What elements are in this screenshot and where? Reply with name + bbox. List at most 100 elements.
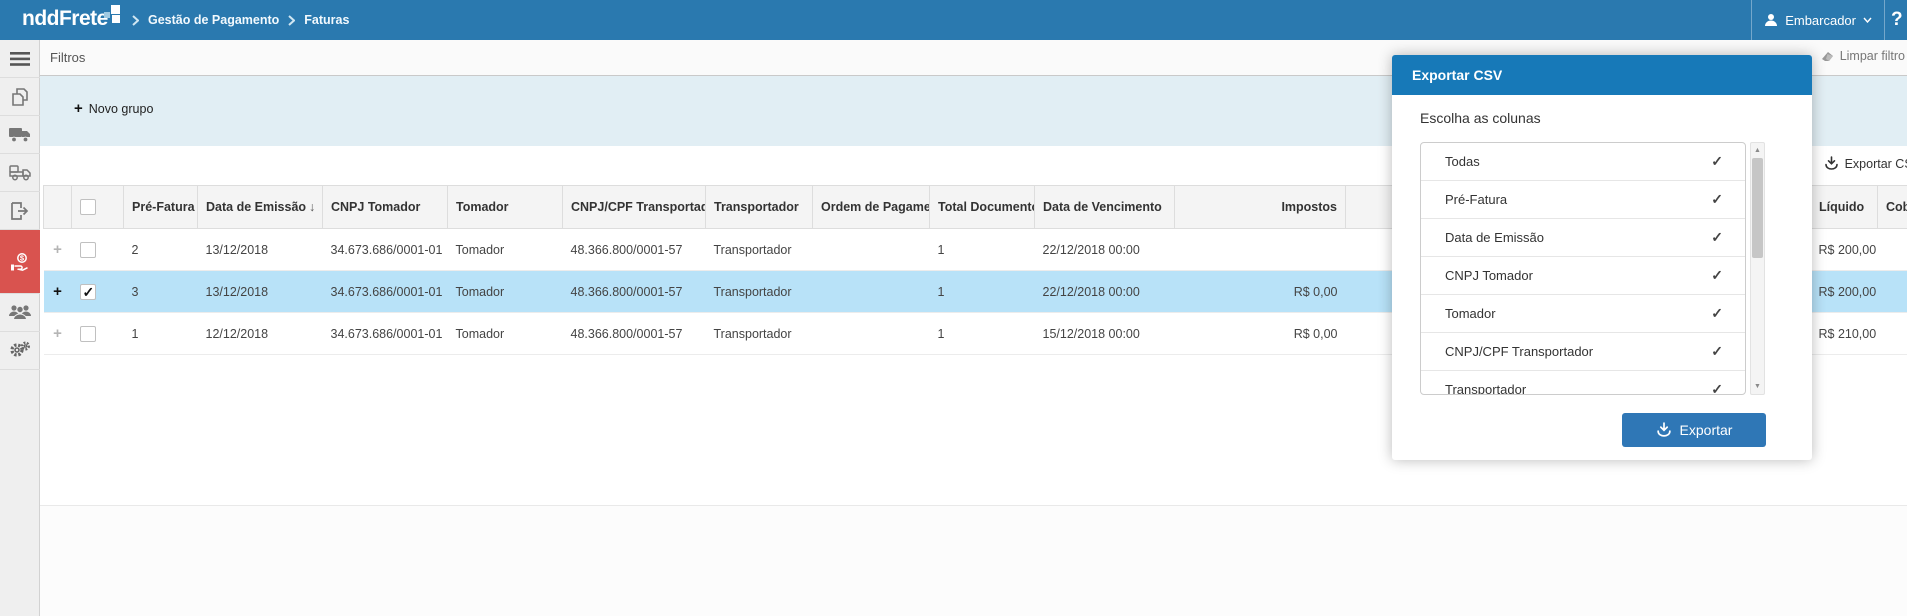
sidebar-item-settings[interactable]: [0, 332, 40, 370]
plus-icon: +: [74, 100, 83, 117]
cell-data-vencimento: 22/12/2018 00:00: [1034, 228, 1175, 271]
users-icon: [9, 305, 31, 320]
scrollbar-thumb[interactable]: [1752, 158, 1763, 258]
chevron-right-icon: [132, 14, 139, 26]
col-expand: [43, 185, 72, 229]
column-option-tomador[interactable]: Tomador ✓: [1421, 295, 1745, 333]
row-checkbox[interactable]: [79, 325, 96, 342]
column-option-pre-fatura[interactable]: Pré-Fatura ✓: [1421, 181, 1745, 219]
cell-impostos: R$ 0,00: [1174, 312, 1346, 355]
scroll-down-icon[interactable]: ▼: [1751, 380, 1764, 393]
column-option-data-emissao[interactable]: Data de Emissão ✓: [1421, 219, 1745, 257]
export-csv-modal: Exportar CSV Escolha as colunas Todas ✓ …: [1392, 55, 1812, 460]
sidebar-item-delivery-truck[interactable]: [0, 154, 40, 192]
clear-filter-label: Limpar filtro: [1839, 49, 1905, 63]
column-option-cnpj-tomador[interactable]: CNPJ Tomador ✓: [1421, 257, 1745, 295]
breadcrumb-gestao-pagamento[interactable]: Gestão de Pagamento: [148, 13, 279, 27]
modal-subtitle: Escolha as colunas: [1420, 110, 1541, 126]
column-option-label: Tomador: [1445, 306, 1496, 321]
new-group-button[interactable]: + Novo grupo: [74, 100, 153, 117]
documents-icon: [12, 87, 28, 106]
export-button[interactable]: Exportar: [1622, 413, 1766, 447]
check-icon: ✓: [1711, 191, 1723, 207]
col-total-documentos[interactable]: Total Documentos: [929, 185, 1035, 229]
column-option-label: Todas: [1445, 154, 1480, 169]
col-pre-fatura[interactable]: Pré-Fatura: [123, 185, 198, 229]
col-cobra[interactable]: Cobra: [1877, 185, 1907, 229]
gears-icon: [10, 340, 31, 357]
clear-filter-button[interactable]: Limpar filtro: [1821, 49, 1905, 63]
cell-data-vencimento: 15/12/2018 00:00: [1034, 312, 1175, 355]
cell-total-documentos: 1: [929, 228, 1035, 271]
menu-icon: [10, 51, 30, 66]
cell-cnpj-cpf-transportador: 48.366.800/0001-57: [562, 312, 706, 355]
chevron-right-icon: [288, 14, 296, 26]
expand-row-button[interactable]: +: [53, 283, 62, 300]
cell-liquido: R$ 200,00: [1810, 228, 1878, 271]
modal-header: Exportar CSV: [1392, 55, 1812, 95]
cell-cobra: [1877, 312, 1907, 355]
column-option-cnpj-cpf-transportador[interactable]: CNPJ/CPF Transportador ✓: [1421, 333, 1745, 371]
check-icon: ✓: [1711, 381, 1723, 395]
topbar: nddFrete Gestão de Pagamento Faturas Emb…: [0, 0, 1907, 40]
cell-cnpj-tomador: 34.673.686/0001-01: [322, 228, 448, 271]
cell-transportador: Transportador: [705, 270, 813, 313]
col-transportador[interactable]: Transportador: [705, 185, 813, 229]
cell-ordem-pagamento: [812, 228, 930, 271]
user-icon: [1765, 14, 1778, 26]
cell-impostos: R$ 0,00: [1174, 270, 1346, 313]
sidebar-item-users[interactable]: [0, 294, 40, 332]
sidebar-item-documents[interactable]: [0, 78, 40, 116]
filters-title: Filtros: [50, 50, 86, 65]
column-option-transportador[interactable]: Transportador ✓: [1421, 371, 1745, 395]
row-checkbox[interactable]: [79, 283, 96, 301]
column-option-label: CNPJ Tomador: [1445, 268, 1533, 283]
user-label: Embarcador: [1785, 12, 1856, 28]
check-icon: ✓: [1711, 229, 1723, 245]
cell-ordem-pagamento: [812, 312, 930, 355]
row-checkbox[interactable]: [79, 241, 96, 258]
col-tomador[interactable]: Tomador: [447, 185, 563, 229]
cell-cnpj-cpf-transportador: 48.366.800/0001-57: [562, 270, 706, 313]
sidebar-item-export-document[interactable]: [0, 192, 40, 230]
sidebar-item-payments[interactable]: $: [0, 230, 40, 294]
check-icon: ✓: [1711, 153, 1723, 169]
sidebar: $: [0, 40, 40, 616]
cell-cnpj-tomador: 34.673.686/0001-01: [322, 270, 448, 313]
sidebar-item-truck[interactable]: [0, 116, 40, 154]
sidebar-item-menu[interactable]: [0, 40, 40, 78]
col-impostos[interactable]: Impostos: [1174, 185, 1346, 229]
select-all-checkbox[interactable]: [80, 199, 96, 215]
cell-data-emissao: 12/12/2018: [197, 312, 323, 355]
expand-row-button[interactable]: +: [53, 325, 62, 342]
topbar-right: Embarcador ?: [1751, 0, 1907, 40]
cell-total-documentos: 1: [929, 270, 1035, 313]
cell-total-documentos: 1: [929, 312, 1035, 355]
scroll-up-icon[interactable]: ▲: [1751, 144, 1764, 157]
col-liquido[interactable]: Líquido: [1810, 185, 1878, 229]
cell-transportador: Transportador: [705, 228, 813, 271]
cell-data-emissao: 13/12/2018: [197, 270, 323, 313]
export-csv-button[interactable]: Exportar CSV: [1824, 156, 1907, 171]
col-data-vencimento[interactable]: Data de Vencimento: [1034, 185, 1175, 229]
cell-cobra: [1877, 228, 1907, 271]
list-scrollbar[interactable]: ▲ ▼: [1750, 142, 1765, 395]
download-icon: [1656, 422, 1671, 437]
help-button[interactable]: ?: [1885, 0, 1907, 40]
user-menu[interactable]: Embarcador: [1752, 0, 1884, 40]
column-option-label: Transportador: [1445, 382, 1527, 395]
hand-coin-icon: $: [11, 252, 28, 271]
cell-cnpj-cpf-transportador: 48.366.800/0001-57: [562, 228, 706, 271]
col-ordem-pagamento[interactable]: Ordem de Pagamento: [812, 185, 930, 229]
breadcrumb-faturas[interactable]: Faturas: [304, 13, 349, 27]
new-group-label: Novo grupo: [88, 101, 154, 116]
cell-pre-fatura: 1: [123, 312, 198, 355]
expand-row-button[interactable]: +: [53, 241, 62, 258]
export-document-icon: [11, 201, 29, 220]
col-cnpj-cpf-transportador[interactable]: CNPJ/CPF Transportador: [562, 185, 706, 229]
col-data-emissao[interactable]: Data de Emissão ↓: [197, 185, 323, 229]
column-option-todas[interactable]: Todas ✓: [1421, 143, 1745, 181]
delivery-truck-icon: [9, 165, 31, 181]
col-cnpj-tomador[interactable]: CNPJ Tomador: [322, 185, 448, 229]
eraser-icon: [1821, 52, 1833, 61]
